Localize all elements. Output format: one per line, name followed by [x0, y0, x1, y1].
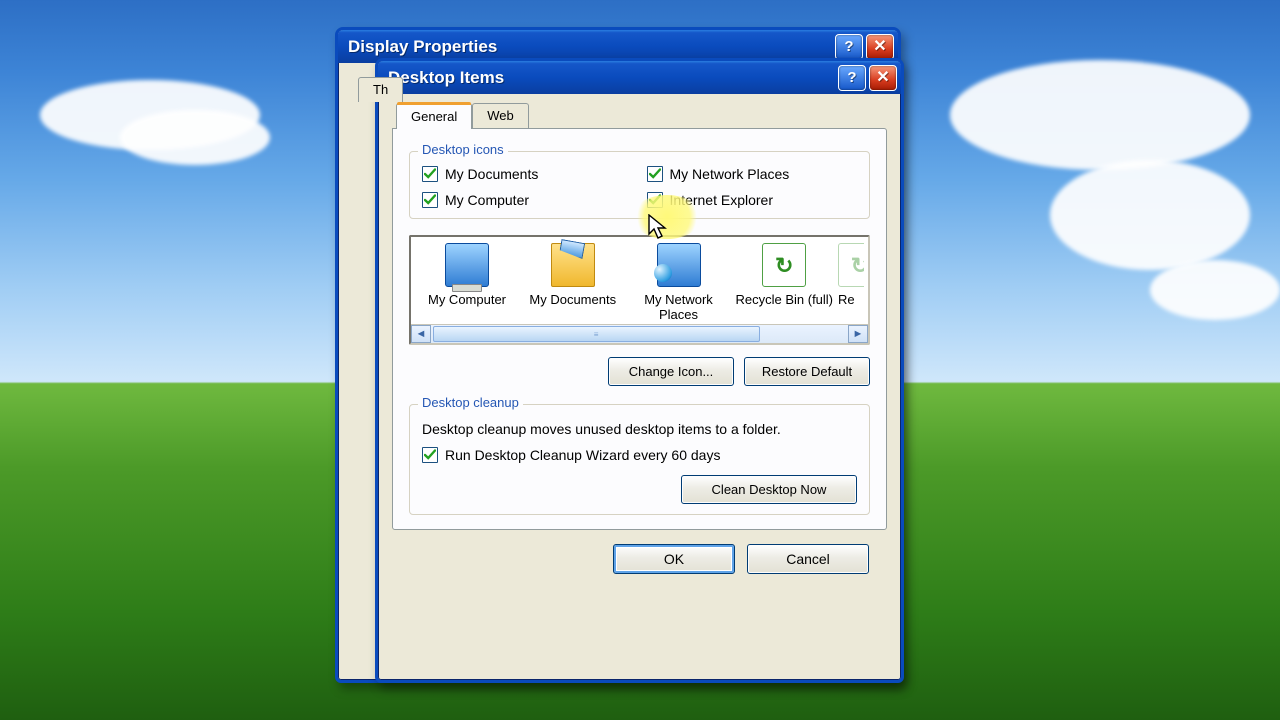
checkbox-label: Run Desktop Cleanup Wizard every 60 days — [445, 447, 720, 463]
gallery-item-my-documents[interactable]: My Documents — [521, 243, 625, 307]
scroll-left-button[interactable]: ◄ — [411, 325, 431, 343]
desktop-icons-legend: Desktop icons — [418, 142, 508, 157]
help-button[interactable]: ? — [835, 34, 863, 60]
desktop-icons-group: Desktop icons My Documents My Network Pl… — [409, 151, 870, 219]
gallery-item-my-computer[interactable]: My Computer — [415, 243, 519, 307]
clean-desktop-now-button[interactable]: Clean Desktop Now — [681, 475, 857, 504]
gallery-item-label: My Network Places — [627, 292, 731, 322]
my-documents-icon — [551, 243, 595, 287]
recycle-bin-icon — [838, 243, 864, 287]
cancel-button[interactable]: Cancel — [747, 544, 869, 574]
ok-button[interactable]: OK — [613, 544, 735, 574]
icon-gallery[interactable]: My Computer My Documents My Network Plac… — [409, 235, 870, 345]
gallery-item-cutoff[interactable]: Re — [838, 243, 864, 307]
background-tab-cutoff[interactable]: Th — [358, 77, 403, 102]
desktop-items-window: Desktop Items ? ✕ General Web Desktop ic… — [375, 58, 904, 683]
gallery-item-label: My Documents — [521, 292, 625, 307]
checkbox-my-network-places[interactable]: My Network Places — [647, 166, 858, 182]
gallery-item-recycle-bin-full[interactable]: Recycle Bin (full) — [732, 243, 836, 307]
checkbox-box — [422, 447, 438, 463]
checkbox-box — [647, 192, 663, 208]
change-icon-button[interactable]: Change Icon... — [608, 357, 734, 386]
checkbox-run-cleanup-wizard[interactable]: Run Desktop Cleanup Wizard every 60 days — [422, 447, 857, 463]
checkbox-box — [422, 192, 438, 208]
checkbox-internet-explorer[interactable]: Internet Explorer — [647, 192, 858, 208]
checkbox-label: My Network Places — [670, 166, 790, 182]
checkbox-my-documents[interactable]: My Documents — [422, 166, 633, 182]
checkbox-label: My Documents — [445, 166, 538, 182]
gallery-item-label: Recycle Bin (full) — [732, 292, 836, 307]
checkbox-label: My Computer — [445, 192, 529, 208]
gallery-item-my-network-places[interactable]: My Network Places — [627, 243, 731, 322]
desktop-cleanup-group: Desktop cleanup Desktop cleanup moves un… — [409, 404, 870, 515]
my-computer-icon — [445, 243, 489, 287]
scroll-thumb[interactable]: ≡ — [433, 326, 760, 342]
scroll-right-button[interactable]: ► — [848, 325, 868, 343]
checkbox-label: Internet Explorer — [670, 192, 774, 208]
checkbox-box — [422, 166, 438, 182]
restore-default-button[interactable]: Restore Default — [744, 357, 870, 386]
checkbox-box — [647, 166, 663, 182]
tab-general[interactable]: General — [396, 103, 472, 129]
desktop-cleanup-description: Desktop cleanup moves unused desktop ite… — [422, 421, 857, 437]
checkbox-my-computer[interactable]: My Computer — [422, 192, 633, 208]
display-properties-title: Display Properties — [348, 37, 832, 57]
general-tab-panel: Desktop icons My Documents My Network Pl… — [392, 128, 887, 530]
recycle-bin-icon — [762, 243, 806, 287]
desktop-cleanup-legend: Desktop cleanup — [418, 395, 523, 410]
scroll-track[interactable]: ≡ — [431, 325, 848, 343]
gallery-item-label: Re — [838, 292, 864, 307]
gallery-item-label: My Computer — [415, 292, 519, 307]
tab-web[interactable]: Web — [472, 103, 529, 128]
gallery-scrollbar[interactable]: ◄ ≡ ► — [411, 324, 868, 343]
my-network-places-icon — [657, 243, 701, 287]
close-button[interactable]: ✕ — [866, 34, 894, 60]
